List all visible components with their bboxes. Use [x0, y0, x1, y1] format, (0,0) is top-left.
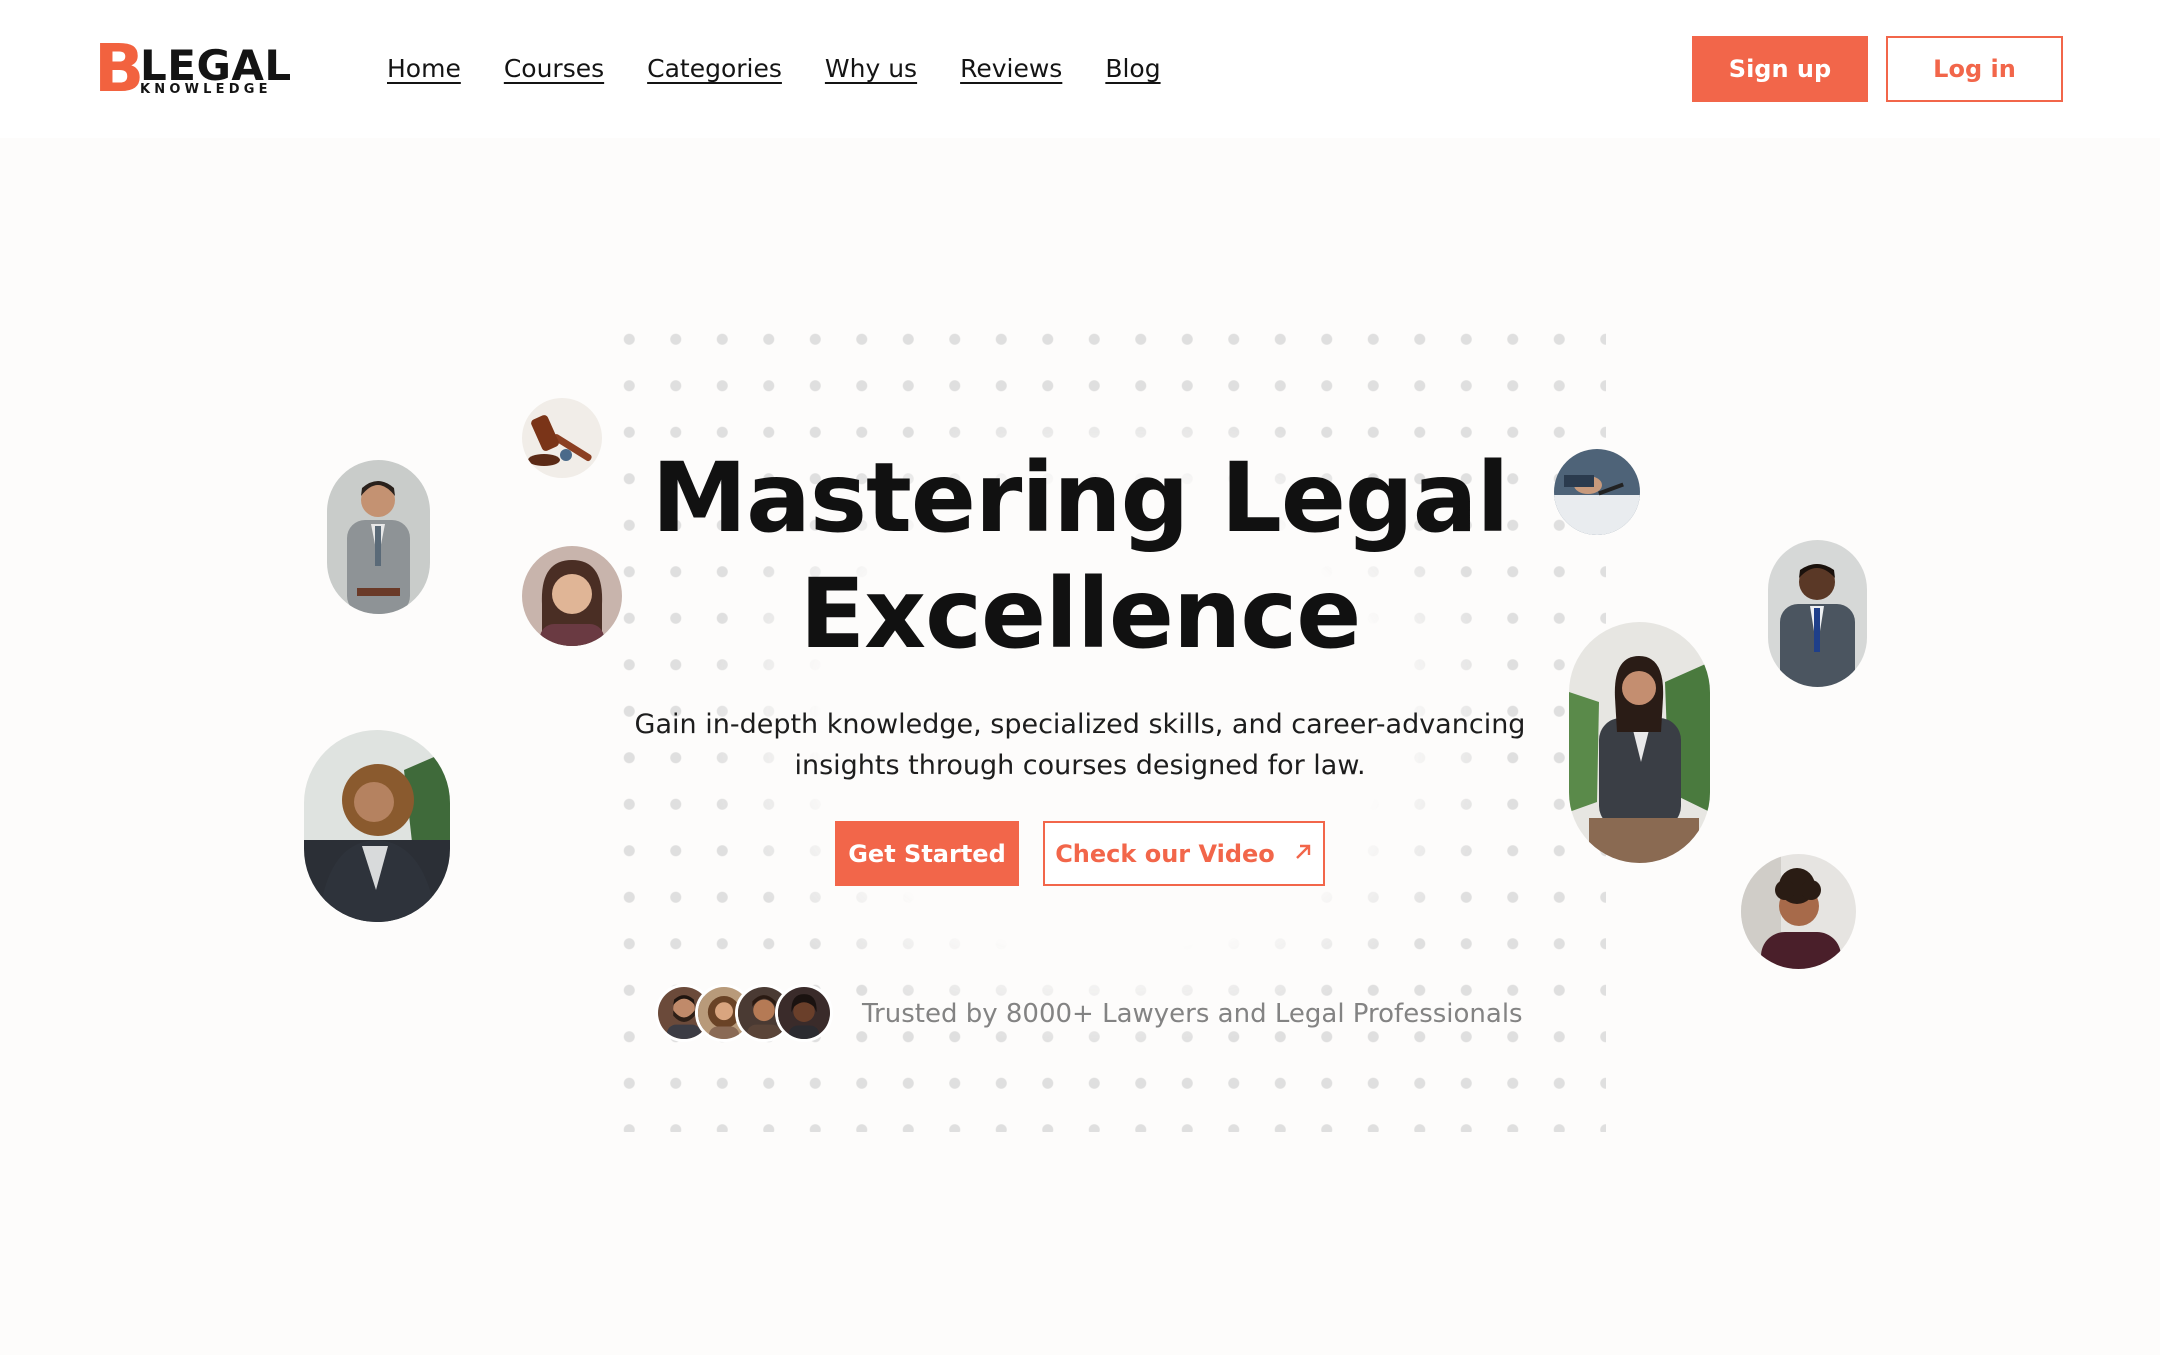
photo-woman-sitting-office	[1569, 622, 1710, 863]
nav-courses-link[interactable]: Courses	[504, 50, 604, 88]
nav-categories-link[interactable]: Categories	[647, 50, 782, 88]
trust-text: Trusted by 8000+ Lawyers and Legal Profe…	[862, 999, 1523, 1029]
main-nav: Home Courses Categories Why us Reviews B…	[387, 50, 1161, 88]
site-header: B LEGAL KNOWLEDGE Home Courses Categorie…	[0, 0, 2160, 138]
avatar-woman-smiling	[775, 984, 833, 1042]
nav-blog-link[interactable]: Blog	[1105, 50, 1160, 88]
hero-title-line-2: Excellence	[799, 558, 1362, 670]
photo-woman-smiling	[522, 546, 622, 646]
photo-man-blue-suit	[1768, 540, 1867, 687]
check-video-button[interactable]: Check our Video	[1043, 821, 1325, 886]
get-started-button[interactable]: Get Started	[835, 821, 1019, 886]
hero-title: Mastering Legal Excellence	[580, 440, 1580, 672]
photo-hands-writing	[1554, 449, 1640, 535]
signup-button[interactable]: Sign up	[1692, 36, 1868, 102]
hero-subtitle: Gain in-depth knowledge, specialized ski…	[620, 704, 1540, 786]
photo-woman-curly-blazer	[304, 730, 450, 922]
logo-subtitle: KNOWLEDGE	[140, 82, 272, 97]
photo-gavel	[522, 398, 602, 478]
brand-logo[interactable]: B LEGAL KNOWLEDGE	[94, 30, 291, 107]
photo-man-curly-hair	[1741, 854, 1856, 969]
nav-home-link[interactable]: Home	[387, 50, 461, 88]
hero-subtitle-line-1: Gain in-depth knowledge, specialized ski…	[634, 709, 1526, 740]
hero-subtitle-line-2: insights through courses designed for la…	[794, 750, 1366, 781]
nav-reviews-link[interactable]: Reviews	[960, 50, 1062, 88]
arrow-up-right-icon	[1293, 840, 1313, 868]
trust-avatar-group	[655, 984, 835, 1044]
login-button[interactable]: Log in	[1886, 36, 2063, 102]
hero-title-line-1: Mastering Legal	[651, 442, 1510, 554]
check-video-label: Check our Video	[1055, 839, 1275, 868]
nav-why-us-link[interactable]: Why us	[825, 50, 917, 88]
photo-man-grey-suit	[327, 460, 430, 614]
logo-mark: B	[94, 30, 144, 107]
